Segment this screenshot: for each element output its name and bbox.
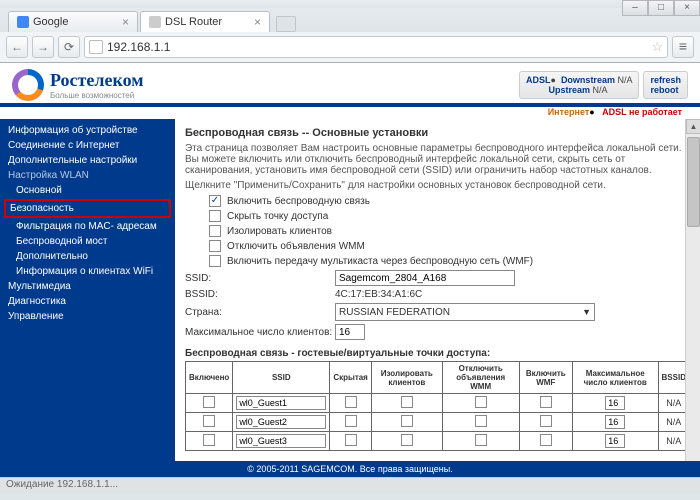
- guest1-max-input[interactable]: [605, 396, 625, 410]
- tab-close-icon[interactable]: ×: [254, 15, 261, 29]
- guest-ap-table: Включено SSID Скрытая Изолировать клиент…: [185, 361, 690, 451]
- sidebar-item-additional[interactable]: Дополнительно: [0, 249, 175, 264]
- guest2-enable-checkbox[interactable]: [203, 415, 215, 427]
- connection-status: ADSL● Downstream N/A Upstream N/A refres…: [519, 71, 688, 99]
- sidebar-item-security[interactable]: Безопасность: [10, 203, 165, 214]
- disable-wmm-checkbox[interactable]: [209, 240, 221, 252]
- tab-strip: Google × DSL Router ×: [0, 8, 700, 32]
- new-tab-button[interactable]: [276, 16, 296, 32]
- guest2-wmm-checkbox[interactable]: [475, 415, 487, 427]
- guest3-hidden-checkbox[interactable]: [345, 434, 357, 446]
- sidebar-item-wlan[interactable]: Настройка WLAN: [0, 168, 175, 183]
- reboot-link[interactable]: reboot: [650, 85, 678, 95]
- sidebar-item-basic[interactable]: Основной: [0, 183, 175, 198]
- guest3-enable-checkbox[interactable]: [203, 434, 215, 446]
- sidebar-item-diagnostics[interactable]: Диагностика: [0, 294, 175, 309]
- chrome-menu-button[interactable]: ≡: [672, 36, 694, 58]
- guest2-ssid-input[interactable]: [236, 415, 326, 429]
- sidebar-item-advanced[interactable]: Дополнительные настройки: [0, 153, 175, 168]
- guest1-wmf-checkbox[interactable]: [540, 396, 552, 408]
- brand-tagline: Больше возможностей: [50, 91, 144, 100]
- back-button[interactable]: ←: [6, 36, 28, 58]
- country-select[interactable]: RUSSIAN FEDERATION▼: [335, 303, 595, 321]
- guest3-max-input[interactable]: [605, 434, 625, 448]
- site-info-icon[interactable]: [89, 40, 103, 54]
- brand-logo: Ростелеком Больше возможностей: [12, 69, 144, 101]
- google-favicon-icon: [17, 16, 29, 28]
- main-content: Беспроводная связь -- Основные установки…: [175, 119, 700, 479]
- dropdown-arrow-icon: ▼: [582, 307, 591, 317]
- refresh-link[interactable]: refresh: [650, 75, 681, 85]
- hide-ap-checkbox[interactable]: [209, 210, 221, 222]
- bookmark-star-icon[interactable]: ☆: [651, 39, 663, 55]
- guest2-hidden-checkbox[interactable]: [345, 415, 357, 427]
- tab-dsl-router[interactable]: DSL Router ×: [140, 11, 270, 32]
- max-clients-input[interactable]: [335, 324, 365, 340]
- page-footer: © 2005-2011 SAGEMCOM. Все права защищены…: [0, 461, 700, 477]
- window-minimize[interactable]: –: [622, 0, 648, 16]
- guest1-enable-checkbox[interactable]: [203, 396, 215, 408]
- guest1-hidden-checkbox[interactable]: [345, 396, 357, 408]
- scroll-up-button[interactable]: ▲: [686, 119, 700, 134]
- tab-close-icon[interactable]: ×: [122, 15, 129, 29]
- guest-ap-title: Беспроводная связь - гостевые/виртуальны…: [185, 348, 690, 359]
- tab-label: Google: [33, 16, 68, 28]
- sidebar-item-internet[interactable]: Соединение с Интернет: [0, 138, 175, 153]
- guest3-wmf-checkbox[interactable]: [540, 434, 552, 446]
- guest1-ssid-input[interactable]: [236, 396, 326, 410]
- guest2-max-input[interactable]: [605, 415, 625, 429]
- sidebar-nav: Информация об устройстве Соединение с Ин…: [0, 119, 175, 479]
- sidebar-item-device-info[interactable]: Информация об устройстве: [0, 123, 175, 138]
- brand-name: Ростелеком: [50, 70, 144, 91]
- table-row: N/A: [186, 432, 690, 451]
- sidebar-item-wireless-bridge[interactable]: Беспроводной мост: [0, 234, 175, 249]
- isolate-clients-checkbox[interactable]: [209, 225, 221, 237]
- guest2-isolate-checkbox[interactable]: [401, 415, 413, 427]
- guest3-ssid-input[interactable]: [236, 434, 326, 448]
- tab-label: DSL Router: [165, 16, 222, 28]
- guest2-wmf-checkbox[interactable]: [540, 415, 552, 427]
- browser-status-bar: Ожидание 192.168.1.1...: [0, 477, 700, 493]
- bssid-value: 4C:17:EB:34:A1:6C: [335, 289, 422, 300]
- ssid-input[interactable]: [335, 270, 515, 286]
- page-favicon-icon: [149, 16, 161, 28]
- guest3-wmm-checkbox[interactable]: [475, 434, 487, 446]
- sidebar-item-security-highlight: Безопасность: [4, 199, 171, 218]
- page-title: Беспроводная связь -- Основные установки: [185, 127, 690, 139]
- sidebar-item-mac-filter[interactable]: Фильтрация по MAC- адресам: [0, 219, 175, 234]
- rostelecom-logo-icon: [12, 69, 44, 101]
- page-hint: Щелкните "Применить/Сохранить" для настр…: [185, 180, 690, 191]
- window-close[interactable]: ×: [674, 0, 700, 16]
- enable-wmf-checkbox[interactable]: [209, 255, 221, 267]
- vertical-scrollbar[interactable]: ▲ ▼: [685, 119, 700, 479]
- tab-google[interactable]: Google ×: [8, 11, 138, 32]
- table-row: N/A: [186, 413, 690, 432]
- guest1-isolate-checkbox[interactable]: [401, 396, 413, 408]
- table-row: N/A: [186, 394, 690, 413]
- forward-button[interactable]: →: [32, 36, 54, 58]
- sidebar-item-multimedia[interactable]: Мультимедиа: [0, 279, 175, 294]
- reload-button[interactable]: ⟳: [58, 36, 80, 58]
- scroll-thumb[interactable]: [687, 137, 700, 227]
- page-description: Эта страница позволяет Вам настроить осн…: [185, 143, 690, 176]
- enable-wireless-checkbox[interactable]: ✓: [209, 195, 221, 207]
- address-bar[interactable]: 192.168.1.1 ☆: [84, 36, 668, 58]
- url-text: 192.168.1.1: [107, 40, 170, 54]
- sidebar-item-management[interactable]: Управление: [0, 309, 175, 324]
- guest1-wmm-checkbox[interactable]: [475, 396, 487, 408]
- guest3-isolate-checkbox[interactable]: [401, 434, 413, 446]
- sidebar-item-wifi-clients[interactable]: Информация о клиентах WiFi: [0, 264, 175, 279]
- window-maximize[interactable]: □: [648, 0, 674, 16]
